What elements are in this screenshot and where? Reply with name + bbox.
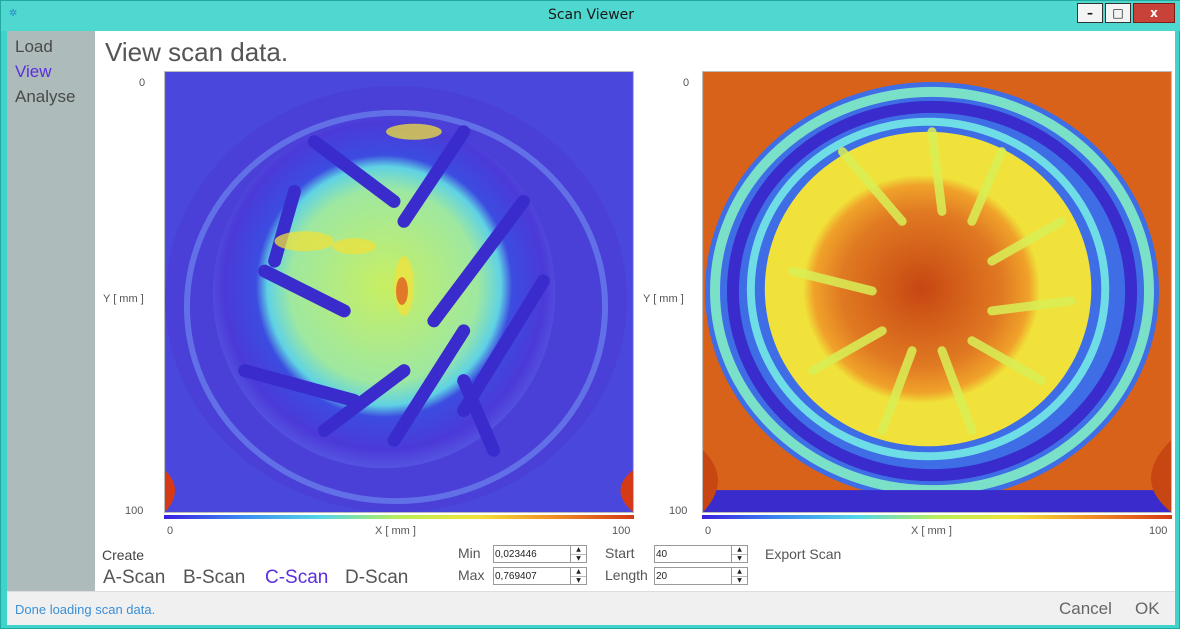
length-input[interactable] — [656, 569, 728, 583]
chevron-up-icon[interactable]: ▲ — [732, 546, 747, 554]
ok-button[interactable]: OK — [1135, 599, 1160, 619]
right-colorbar — [702, 515, 1172, 519]
right-scan-image — [702, 71, 1172, 513]
right-x-tick-right: 100 — [1149, 525, 1168, 537]
sidebar-item-analyse[interactable]: Analyse — [15, 87, 75, 107]
min-label: Min — [458, 545, 481, 561]
length-stepper-arrows[interactable]: ▲ ▼ — [731, 568, 747, 584]
close-button[interactable]: x — [1133, 3, 1175, 23]
b-scan-button[interactable]: B-Scan — [183, 567, 245, 589]
right-x-axis-label: X [ mm ] — [911, 525, 952, 537]
close-icon: x — [1150, 6, 1158, 20]
maximize-icon: □ — [1112, 6, 1124, 20]
client-area: Load View Analyse View scan data. 0 100 … — [7, 31, 1175, 625]
left-x-tick-right: 100 — [612, 525, 631, 537]
window-title: Scan Viewer — [547, 7, 635, 23]
sidebar-item-view[interactable]: View — [15, 62, 52, 82]
chevron-up-icon[interactable]: ▲ — [571, 568, 586, 576]
right-scan-plot[interactable] — [702, 71, 1172, 519]
left-scan-plot[interactable] — [164, 71, 634, 519]
c-scan-button[interactable]: C-Scan — [265, 567, 328, 589]
chevron-up-icon[interactable]: ▲ — [732, 568, 747, 576]
d-scan-button[interactable]: D-Scan — [345, 567, 408, 589]
right-y-axis-label: Y [ mm ] — [643, 293, 684, 305]
export-scan-button[interactable]: Export Scan — [765, 546, 841, 562]
chevron-down-icon[interactable]: ▼ — [732, 554, 747, 562]
max-input[interactable] — [495, 569, 567, 583]
min-input[interactable] — [495, 547, 567, 561]
scan-viewer-window: ✲ Scan Viewer – □ x Load View Analyse Vi… — [0, 0, 1180, 629]
title-bar[interactable]: ✲ Scan Viewer – □ x — [1, 1, 1180, 31]
right-x-tick-left: 0 — [705, 525, 712, 537]
max-label: Max — [458, 567, 485, 583]
create-label: Create — [102, 547, 145, 563]
cancel-button[interactable]: Cancel — [1059, 599, 1112, 619]
minimize-button[interactable]: – — [1077, 3, 1103, 23]
left-y-tick-bottom: 100 — [125, 505, 144, 517]
left-x-axis-label: X [ mm ] — [375, 525, 416, 537]
left-colorbar — [164, 515, 634, 519]
maximize-button[interactable]: □ — [1105, 3, 1131, 23]
start-input[interactable] — [656, 547, 728, 561]
max-stepper-arrows[interactable]: ▲ ▼ — [570, 568, 586, 584]
left-y-axis-label: Y [ mm ] — [103, 293, 144, 305]
a-scan-button[interactable]: A-Scan — [103, 567, 165, 589]
left-y-tick-top: 0 — [139, 77, 146, 89]
length-stepper[interactable]: ▲ ▼ — [654, 567, 748, 585]
page-title: View scan data. — [105, 37, 289, 67]
min-stepper-arrows[interactable]: ▲ ▼ — [570, 546, 586, 562]
min-stepper[interactable]: ▲ ▼ — [493, 545, 587, 563]
status-bar: Done loading scan data. Cancel OK — [7, 591, 1175, 625]
left-x-tick-left: 0 — [167, 525, 174, 537]
left-scan-image — [164, 71, 634, 513]
sidebar: Load View Analyse — [7, 31, 95, 591]
status-text: Done loading scan data. — [15, 602, 156, 617]
start-stepper[interactable]: ▲ ▼ — [654, 545, 748, 563]
right-y-tick-top: 0 — [683, 77, 690, 89]
chevron-up-icon[interactable]: ▲ — [571, 546, 586, 554]
max-stepper[interactable]: ▲ ▼ — [493, 567, 587, 585]
start-stepper-arrows[interactable]: ▲ ▼ — [731, 546, 747, 562]
sidebar-item-load[interactable]: Load — [15, 37, 53, 57]
length-label: Length — [605, 567, 648, 583]
right-y-tick-bottom: 100 — [669, 505, 688, 517]
minimize-icon: – — [1087, 6, 1093, 20]
start-label: Start — [605, 545, 635, 561]
chevron-down-icon[interactable]: ▼ — [732, 576, 747, 584]
chevron-down-icon[interactable]: ▼ — [571, 554, 586, 562]
chevron-down-icon[interactable]: ▼ — [571, 576, 586, 584]
